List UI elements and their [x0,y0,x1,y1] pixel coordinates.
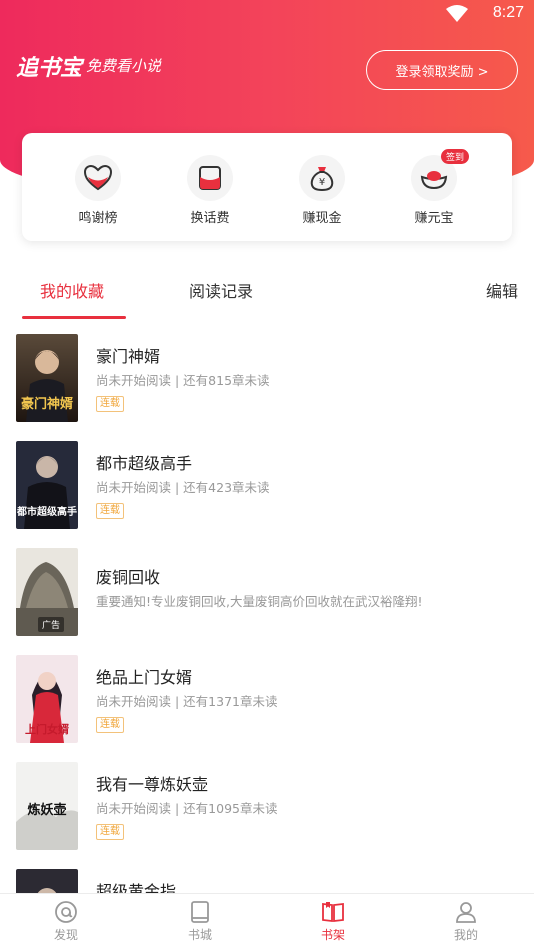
bookshelf-icon [322,902,344,923]
bookstore-icon [191,901,209,923]
cover-title: 炼妖壶 [27,802,66,818]
ad-description: 重要通知!专业废铜回收,大量废铜高价回收就在武汉裕隆翔! [96,594,423,609]
book-title: 都市超级高手 [96,454,193,473]
quick-actions-card: 鸣谢榜 换话费 ¥ 赚现金 签到 赚元宝 [22,133,512,241]
cover-title: 都市超级高手 [16,505,77,518]
cover-title: 豪门神婿 [21,396,74,412]
serial-tag: 连载 [96,717,124,733]
quick-action-label: 赚元宝 [414,211,454,226]
book-title: 废铜回收 [96,568,161,587]
bottom-nav: 发现 书城 书架 我的 [0,893,534,949]
quick-action-thanks[interactable]: 鸣谢榜 [58,155,138,226]
tab-history[interactable]: 阅读记录 [189,278,253,302]
app-logo: 追书宝 [16,56,83,81]
ad-item[interactable]: 广告 废铜回收 重要通知!专业废铜回收,大量废铜高价回收就在武汉裕隆翔! [0,540,534,647]
book-cover: 炼妖壶 [16,762,78,850]
status-bar: 8:27 [0,0,534,30]
heart-cup-icon [83,164,113,191]
book-title: 超级黄金指 [96,882,177,893]
login-reward-button[interactable]: 登录领取奖励 > [366,50,518,90]
shelf-tabs: 我的收藏 阅读记录 编辑 [0,268,534,320]
app-slogan: 免费看小说 [86,57,162,75]
nav-label: 我的 [453,928,478,942]
book-title: 我有一尊炼妖壶 [96,775,209,794]
svg-text:¥: ¥ [319,177,325,188]
nav-label: 书架 [320,928,345,942]
ad-label: 广告 [38,617,65,632]
nav-label: 书城 [187,928,212,942]
book-cover: 都市超级高手 [16,441,78,529]
wallet-icon [199,166,221,190]
money-bag-icon: ¥ [310,167,334,192]
book-title: 豪门神婿 [96,347,161,366]
quick-action-topup[interactable]: 换话费 [170,155,250,226]
list-item[interactable]: 超级黄金指 [0,861,534,893]
book-title: 绝品上门女婿 [96,668,193,687]
serial-tag: 连载 [96,503,124,519]
serial-tag: 连载 [96,824,124,840]
list-item[interactable]: 豪门神婿 豪门神婿 尚未开始阅读 | 还有815章未读 连载 [0,326,534,433]
ad-image: 广告 [16,548,78,636]
cover-title: 上门女婿 [25,722,70,736]
nav-profile[interactable]: 我的 [436,900,496,943]
quick-action-ingot[interactable]: 签到 赚元宝 [394,149,474,226]
nav-label: 发现 [53,928,78,942]
book-progress: 尚未开始阅读 | 还有1371章未读 [96,694,278,709]
quick-action-label: 鸣谢榜 [78,211,118,226]
status-time: 8:27 [492,4,524,21]
book-cover [16,869,78,893]
list-item[interactable]: 炼妖壶 我有一尊炼妖壶 尚未开始阅读 | 还有1095章未读 连载 [0,754,534,861]
tab-favorites[interactable]: 我的收藏 [40,278,104,302]
profile-icon [456,902,476,923]
wifi-icon [446,5,468,22]
serial-tag: 连载 [96,396,124,412]
book-cover: 上门女婿 [16,655,78,743]
book-progress: 尚未开始阅读 | 还有815章未读 [96,373,270,388]
edit-button[interactable]: 编辑 [486,278,518,302]
book-progress: 尚未开始阅读 | 还有423章未读 [96,480,270,495]
list-item[interactable]: 上门女婿 绝品上门女婿 尚未开始阅读 | 还有1371章未读 连载 [0,647,534,754]
nav-bookshelf[interactable]: 书架 [303,900,363,943]
book-cover: 豪门神婿 [16,334,78,422]
nav-bookstore[interactable]: 书城 [170,900,230,943]
quick-action-cash[interactable]: ¥ 赚现金 [282,155,362,226]
discover-icon [55,901,77,923]
sign-in-badge: 签到 [440,149,469,164]
quick-action-label: 换话费 [190,211,230,226]
active-tab-indicator [22,316,126,319]
nav-discover[interactable]: 发现 [36,900,96,943]
quick-action-label: 赚现金 [302,211,342,226]
ingot-icon [420,171,448,190]
list-item[interactable]: 都市超级高手 都市超级高手 尚未开始阅读 | 还有423章未读 连载 [0,433,534,540]
book-progress: 尚未开始阅读 | 还有1095章未读 [96,801,278,816]
